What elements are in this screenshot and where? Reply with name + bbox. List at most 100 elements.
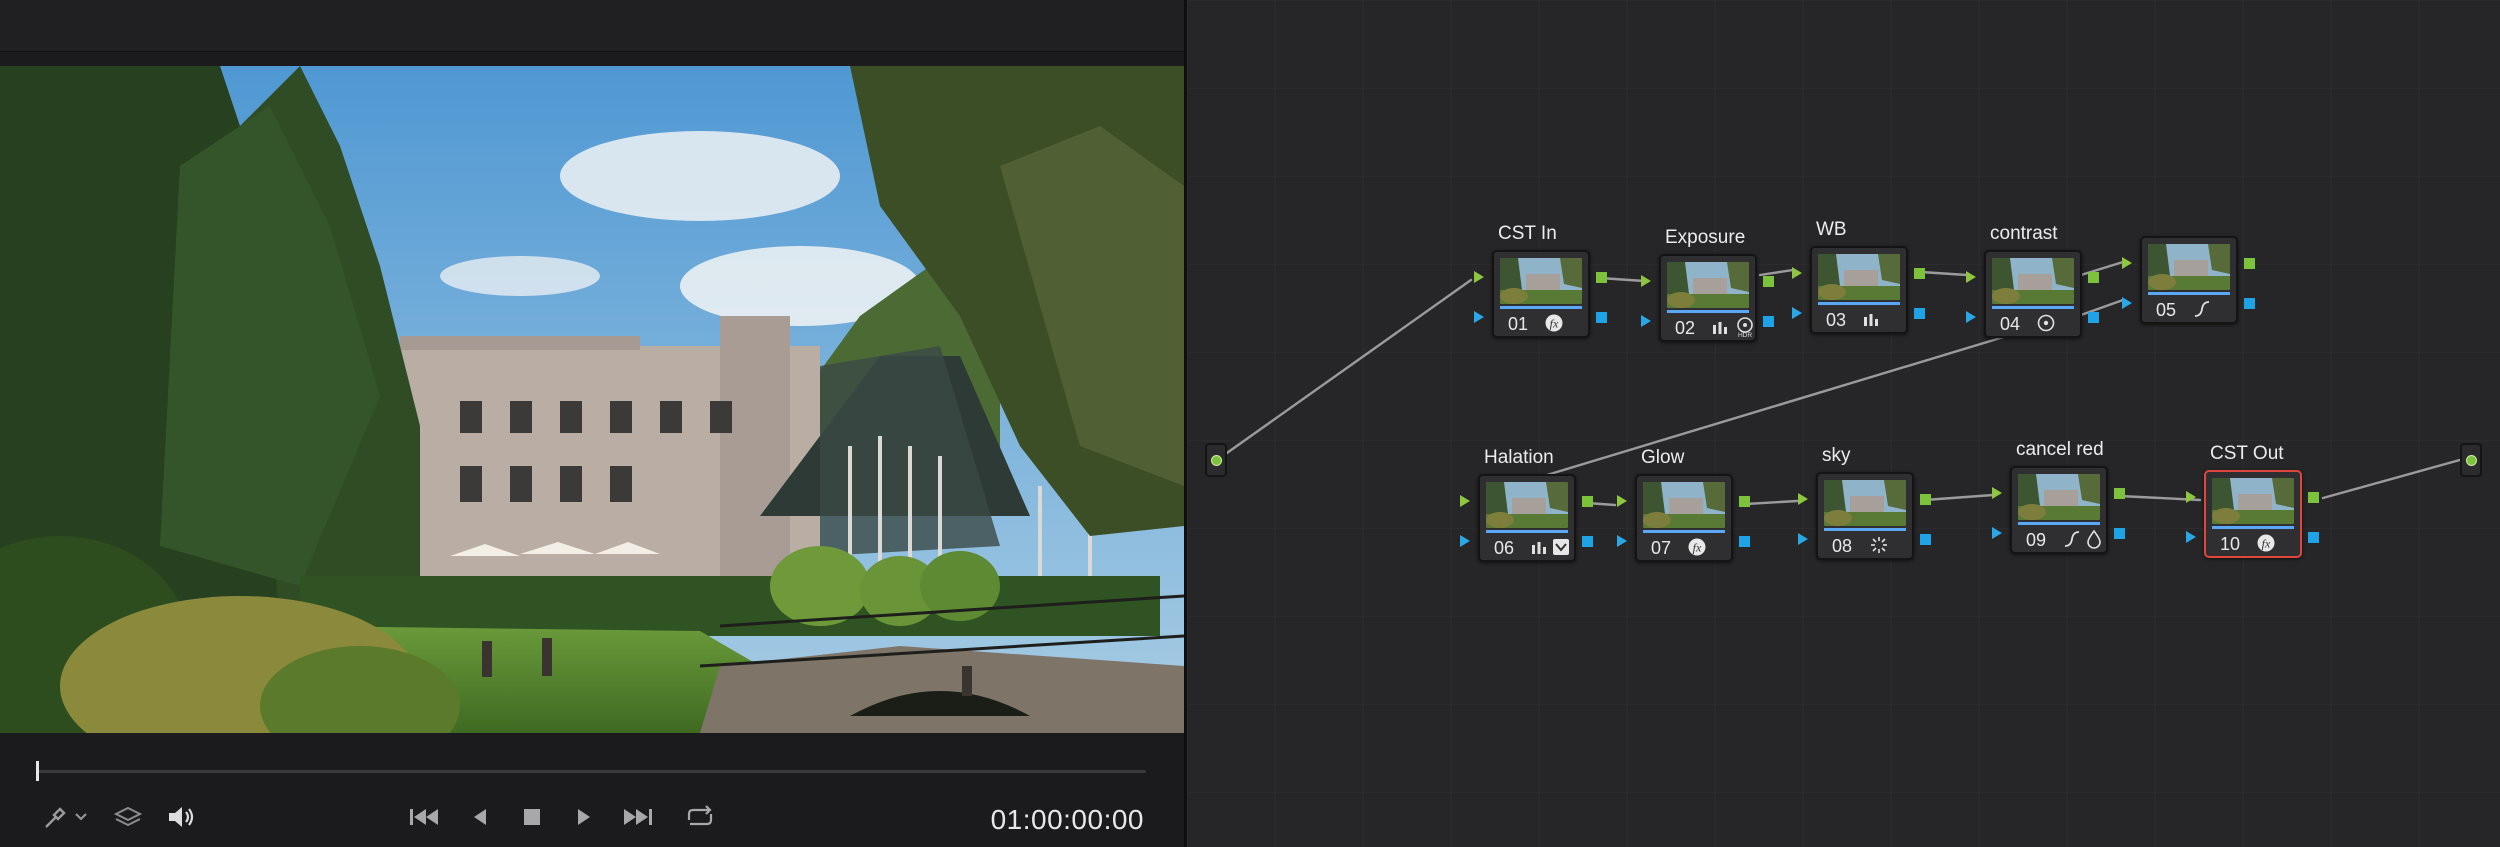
alpha-output-port[interactable] xyxy=(2244,298,2255,309)
rgb-input-port[interactable] xyxy=(1792,267,1802,279)
node-connections xyxy=(1215,260,2469,507)
alpha-input-port[interactable] xyxy=(1966,311,1976,323)
rgb-input-port[interactable] xyxy=(2186,491,2196,503)
alpha-input-port[interactable] xyxy=(1792,307,1802,319)
alpha-input-port[interactable] xyxy=(2186,531,2196,543)
output-node[interactable] xyxy=(2460,443,2482,477)
node-editor[interactable]: CST In 01 fx Exposure 02 HDR WB 03 contrast 04 05 H… xyxy=(1187,0,2500,847)
rgb-input-port[interactable] xyxy=(1798,493,1808,505)
source-output-port[interactable] xyxy=(1210,454,1222,466)
node-tool-icons: fx xyxy=(2256,532,2276,554)
speaker-icon xyxy=(166,804,198,830)
alpha-output-port[interactable] xyxy=(1920,534,1931,545)
rgb-output-port[interactable] xyxy=(1914,268,1925,279)
play-icon xyxy=(573,805,595,829)
alpha-input-port[interactable] xyxy=(1474,311,1484,323)
alpha-input-port[interactable] xyxy=(2122,297,2132,309)
node-number: 07 xyxy=(1651,538,1672,558)
svg-text:fx: fx xyxy=(1693,541,1702,555)
node-tool-icons: fx xyxy=(1544,312,1564,334)
alpha-output-port[interactable] xyxy=(1596,312,1607,323)
alpha-output-port[interactable] xyxy=(1739,536,1750,547)
rgb-output-port[interactable] xyxy=(1739,496,1750,507)
node-number: 05 xyxy=(2156,300,2177,320)
viewer-panel: 01:00:00:00 xyxy=(0,0,1184,847)
color-node-08[interactable]: sky 08 xyxy=(1816,445,1914,560)
color-node-10[interactable]: CST Out 10 fx xyxy=(2204,443,2302,558)
node-tool-icons xyxy=(1862,308,1880,330)
rgb-input-port[interactable] xyxy=(1617,495,1627,507)
node-number: 09 xyxy=(2026,530,2047,550)
node-thumbnail-bar xyxy=(2018,522,2100,525)
node-tool-icons xyxy=(1530,536,1570,558)
node-thumbnail xyxy=(1818,254,1900,300)
rgb-output-port[interactable] xyxy=(1920,494,1931,505)
color-node-09[interactable]: cancel red 09 xyxy=(2010,439,2108,554)
rgb-output-port[interactable] xyxy=(2308,492,2319,503)
hdr-icon: HDR xyxy=(1733,316,1757,338)
rgb-input-port[interactable] xyxy=(2122,257,2132,269)
viewer-frame[interactable] xyxy=(0,66,1184,733)
node-label: CST Out xyxy=(2210,443,2284,464)
source-node[interactable] xyxy=(1205,443,1227,477)
alpha-output-port[interactable] xyxy=(1582,536,1593,547)
levels-icon xyxy=(1862,310,1880,328)
node-tool-icons: fx xyxy=(1687,536,1707,558)
play-button[interactable] xyxy=(566,800,602,834)
output-input-port[interactable] xyxy=(2465,454,2477,466)
alpha-input-port[interactable] xyxy=(1798,533,1808,545)
levels-icon xyxy=(1711,318,1729,336)
color-node-06[interactable]: Halation 06 xyxy=(1478,447,1576,562)
rgb-output-port[interactable] xyxy=(2114,488,2125,499)
node-tool-icons: HDR xyxy=(1711,316,1757,338)
alpha-output-port[interactable] xyxy=(2308,532,2319,543)
alpha-output-port[interactable] xyxy=(2114,528,2125,539)
alpha-output-port[interactable] xyxy=(1914,308,1925,319)
alpha-input-port[interactable] xyxy=(1992,527,2002,539)
rgb-input-port[interactable] xyxy=(1966,271,1976,283)
skip-to-start-icon xyxy=(407,805,441,829)
playhead[interactable] xyxy=(36,761,39,781)
color-node-05[interactable]: 05 xyxy=(2140,236,2238,324)
rgb-input-port[interactable] xyxy=(1460,495,1470,507)
node-label: Exposure xyxy=(1665,227,1746,248)
node-thumbnail xyxy=(2018,474,2100,520)
rgb-output-port[interactable] xyxy=(1596,272,1607,283)
rgb-output-port[interactable] xyxy=(2244,258,2255,269)
alpha-input-port[interactable] xyxy=(1617,535,1627,547)
sparkle-icon xyxy=(1868,535,1890,555)
rgb-input-port[interactable] xyxy=(1474,271,1484,283)
node-thumbnail-bar xyxy=(1818,302,1900,305)
alpha-input-port[interactable] xyxy=(1641,315,1651,327)
loop-button[interactable] xyxy=(678,800,722,834)
rgb-output-port[interactable] xyxy=(1582,496,1593,507)
skip-to-end-button[interactable] xyxy=(618,800,658,834)
step-back-icon xyxy=(469,805,491,829)
step-back-button[interactable] xyxy=(462,800,498,834)
skip-to-end-icon xyxy=(621,805,655,829)
timeline-scrubber[interactable] xyxy=(36,770,1146,773)
color-node-07[interactable]: Glow 07 fx xyxy=(1635,447,1733,562)
alpha-input-port[interactable] xyxy=(1460,535,1470,547)
color-node-03[interactable]: WB 03 xyxy=(1810,219,1908,334)
color-node-04[interactable]: contrast 04 xyxy=(1984,223,2082,338)
picker-tool-button[interactable] xyxy=(38,800,94,834)
fx-icon: fx xyxy=(1544,313,1564,333)
audio-button[interactable] xyxy=(162,800,202,834)
layers-button[interactable] xyxy=(108,800,148,834)
loop-icon xyxy=(682,804,718,830)
skip-to-start-button[interactable] xyxy=(404,800,444,834)
color-node-01[interactable]: CST In 01 fx xyxy=(1492,223,1590,338)
color-node-02[interactable]: Exposure 02 HDR xyxy=(1659,227,1757,342)
stop-button[interactable] xyxy=(514,800,550,834)
node-thumbnail-bar xyxy=(2212,526,2294,529)
node-thumbnail xyxy=(1667,262,1749,308)
rgb-output-port[interactable] xyxy=(2088,272,2099,283)
curve-icon xyxy=(2062,529,2082,549)
alpha-output-port[interactable] xyxy=(1763,316,1774,327)
chevron-down-icon xyxy=(73,811,89,823)
rgb-output-port[interactable] xyxy=(1763,276,1774,287)
rgb-input-port[interactable] xyxy=(1641,275,1651,287)
rgb-input-port[interactable] xyxy=(1992,487,2002,499)
alpha-output-port[interactable] xyxy=(2088,312,2099,323)
